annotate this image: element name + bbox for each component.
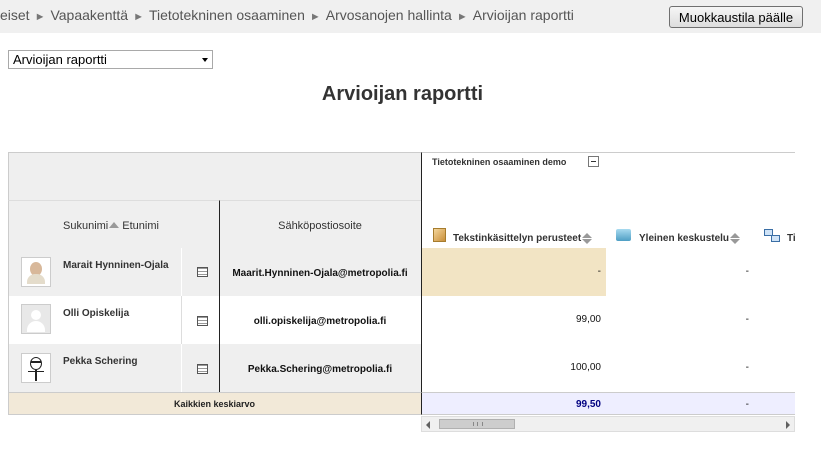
average-cell: - — [606, 392, 755, 415]
email-value: Pekka.Schering@metropolia.fi — [247, 364, 393, 375]
grade-value: - — [597, 266, 601, 277]
breadcrumb-item-settings[interactable]: eiset — [0, 7, 30, 23]
breadcrumb-item-grade-admin[interactable]: Arvosanojen hallinta — [326, 7, 452, 23]
sort-icon[interactable] — [730, 233, 741, 244]
breadcrumb-separator: ► — [309, 11, 321, 23]
grade-cell[interactable] — [754, 344, 795, 393]
average-label: Kaikkien keskiarvo — [173, 399, 256, 409]
workshop-icon — [764, 229, 780, 242]
grade-value: - — [745, 266, 749, 277]
grade-cell[interactable]: - — [606, 344, 755, 393]
scroll-right-arrow-icon[interactable] — [786, 421, 790, 429]
scroll-left-arrow-icon[interactable] — [426, 421, 430, 429]
grade-cell[interactable]: - — [606, 296, 755, 345]
edit-mode-button[interactable]: Muokkaustila päälle — [669, 6, 803, 28]
breadcrumb-separator: ► — [456, 11, 468, 23]
email-value: olli.opiskelija@metropolia.fi — [253, 316, 387, 327]
average-value: 99,50 — [575, 399, 601, 410]
grade-cell[interactable]: - — [606, 248, 755, 297]
grade-item-link[interactable]: Tekstinkäsittelyn perusteet — [453, 233, 581, 244]
breadcrumb-item-course[interactable]: Tietotekninen osaaminen — [149, 7, 305, 23]
grade-cell[interactable]: 99,00 — [421, 296, 607, 345]
avatar[interactable] — [21, 353, 51, 383]
email-value: Maarit.Hynninen-Ojala@metropolia.fi — [232, 268, 408, 279]
sort-asc-icon — [109, 222, 120, 228]
category-name: Tietotekninen osaaminen demo — [432, 157, 567, 167]
top-bar: eiset ► Vapaakenttä ► Tietotekninen osaamine… — [0, 0, 821, 33]
student-name-link[interactable]: Pekka Schering — [63, 356, 137, 367]
chevron-down-icon — [202, 58, 208, 62]
student-name-link[interactable]: Olli Opiskelija — [63, 308, 129, 319]
average-label-cell: Kaikkien keskiarvo — [8, 392, 421, 415]
user-report-cell — [181, 296, 220, 345]
grades-table-icon[interactable] — [197, 267, 208, 277]
student-name-cell: Marait Hynninen-Ojala — [8, 248, 182, 297]
grade-cell[interactable]: 100,00 — [421, 344, 607, 393]
page-title: Arvioijan raportti — [321, 83, 484, 105]
breadcrumb: eiset ► Vapaakenttä ► Tietotekninen osaamine… — [0, 7, 574, 23]
grade-cell[interactable] — [754, 296, 795, 345]
student-name-link[interactable]: Marait Hynninen-Ojala — [63, 260, 169, 271]
student-name-cell: Olli Opiskelija — [8, 296, 182, 345]
email-cell: olli.opiskelija@metropolia.fi — [219, 296, 421, 345]
sort-by-surname-link[interactable]: Sukunimi — [63, 220, 108, 232]
user-report-cell — [181, 248, 220, 297]
header-spacer — [8, 152, 421, 201]
breadcrumb-item-vapaakentta[interactable]: Vapaakenttä — [50, 7, 128, 23]
collapse-icon[interactable] — [588, 156, 599, 167]
item-header-text: Tekstinkäsittelyn perusteet — [421, 200, 607, 249]
email-header: Sähköpostiosoite — [278, 220, 362, 232]
breadcrumb-separator: ► — [133, 11, 144, 23]
grade-cell[interactable] — [754, 248, 795, 297]
report-select-value: Arvioijan raportti — [13, 52, 107, 67]
email-cell: Maarit.Hynninen-Ojala@metropolia.fi — [219, 248, 421, 297]
name-header-cell: Sukunimi Etunimi — [8, 200, 220, 249]
item-header-third: Ti — [754, 200, 795, 249]
forum-icon — [616, 229, 631, 241]
avatar[interactable] — [21, 257, 51, 287]
avatar[interactable] — [21, 304, 51, 334]
assignment-icon — [433, 228, 446, 242]
grade-value: 99,00 — [575, 314, 601, 325]
category-header-cell: Tietotekninen osaaminen demo — [421, 152, 795, 201]
student-name-cell: Pekka Schering — [8, 344, 182, 393]
email-header-cell: Sähköpostiosoite — [219, 200, 421, 249]
report-select[interactable]: Arvioijan raportti — [8, 50, 213, 69]
sort-icon[interactable] — [582, 233, 593, 244]
scrollbar-thumb[interactable] — [439, 419, 515, 429]
grades-table-icon[interactable] — [197, 364, 208, 374]
grade-item-link[interactable]: Yleinen keskustelu — [639, 233, 729, 244]
sort-by-firstname-link[interactable]: Etunimi — [122, 220, 159, 232]
grade-value: - — [745, 314, 749, 325]
average-value: - — [745, 399, 749, 410]
grades-table-icon[interactable] — [197, 316, 208, 326]
grip-icon — [473, 422, 483, 426]
breadcrumb-item-current: Arvioijan raportti — [472, 7, 574, 23]
email-cell: Pekka.Schering@metropolia.fi — [219, 344, 421, 393]
average-cell — [754, 392, 795, 415]
breadcrumb-separator: ► — [34, 11, 46, 23]
grade-item-link[interactable]: Ti — [787, 233, 795, 244]
grade-value: 100,00 — [570, 362, 601, 373]
average-cell: 99,50 — [421, 392, 607, 415]
grade-cell[interactable]: - — [421, 248, 607, 297]
grade-value: - — [745, 362, 749, 373]
user-report-cell — [181, 344, 220, 393]
item-header-forum: Yleinen keskustelu — [606, 200, 755, 249]
horizontal-scrollbar[interactable] — [421, 416, 795, 432]
